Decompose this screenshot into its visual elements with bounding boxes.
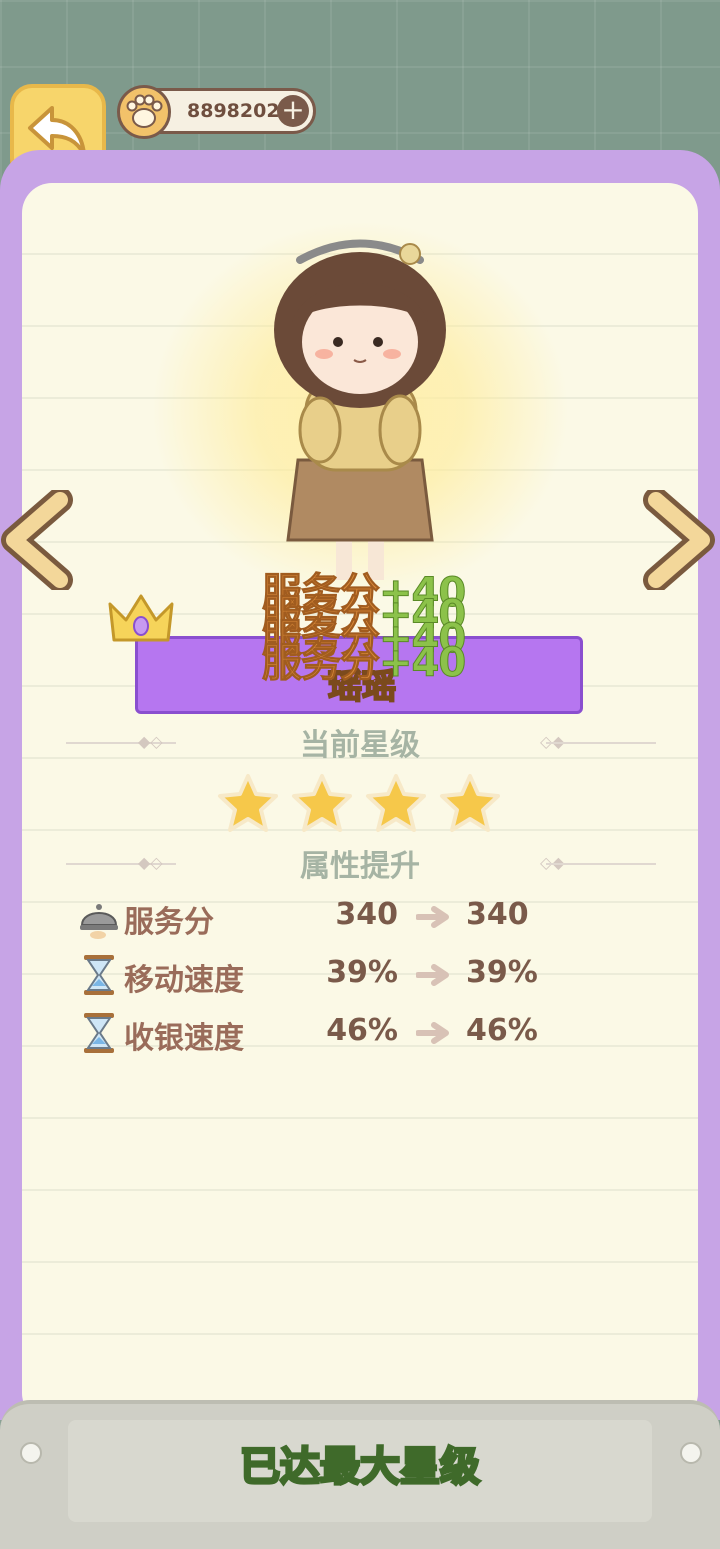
plus-icon: + <box>281 93 305 126</box>
attribute-up-title: 属性提升 <box>300 849 420 884</box>
max-star-button[interactable]: 已达最大星级 <box>0 1434 720 1492</box>
attribute-current-value: 340 <box>335 897 398 932</box>
attribute-name: 收银速度 <box>124 1021 244 1056</box>
cloche-icon <box>80 904 118 939</box>
current-star-title: 当前星级 <box>300 728 420 763</box>
attribute-next-value: 340 <box>466 897 529 932</box>
star-icon <box>440 774 500 832</box>
add-coins-button[interactable]: + <box>277 95 309 127</box>
attribute-current-value: 46% <box>326 1013 398 1048</box>
coin-amount: 8898202 <box>187 100 280 122</box>
attribute-row-checkout-speed: 收银速度 46% 46% <box>78 1009 638 1059</box>
arrow-right-icon <box>416 906 449 928</box>
attribute-next-value: 39% <box>466 955 538 990</box>
coin-counter: 8898202 + <box>117 85 316 139</box>
hourglass-icon <box>84 955 114 995</box>
hourglass-icon <box>84 1013 114 1053</box>
star-icon <box>366 774 426 832</box>
arrow-right-icon <box>416 1022 449 1044</box>
floating-bonus-4: 服务分+40 <box>262 640 467 687</box>
top-bar: 8898202 + <box>0 0 720 180</box>
attribute-name: 移动速度 <box>124 963 244 998</box>
character-portrait <box>274 239 446 580</box>
paw-coin-icon <box>117 85 171 139</box>
next-character-button[interactable] <box>636 490 716 590</box>
star-rating <box>216 772 506 836</box>
star-icon <box>218 774 278 832</box>
arrow-right-icon <box>416 964 449 986</box>
attribute-row-move-speed: 移动速度 39% 39% <box>78 951 638 1001</box>
attribute-row-service: 服务分 340 340 <box>78 893 638 943</box>
attribute-name: 服务分 <box>124 905 214 940</box>
star-icon <box>292 774 352 832</box>
attribute-next-value: 46% <box>466 1013 538 1048</box>
attribute-current-value: 39% <box>326 955 398 990</box>
footer-bar: 已达最大星级 <box>0 1400 720 1549</box>
previous-character-button[interactable] <box>0 490 80 590</box>
crown-icon <box>108 594 174 642</box>
